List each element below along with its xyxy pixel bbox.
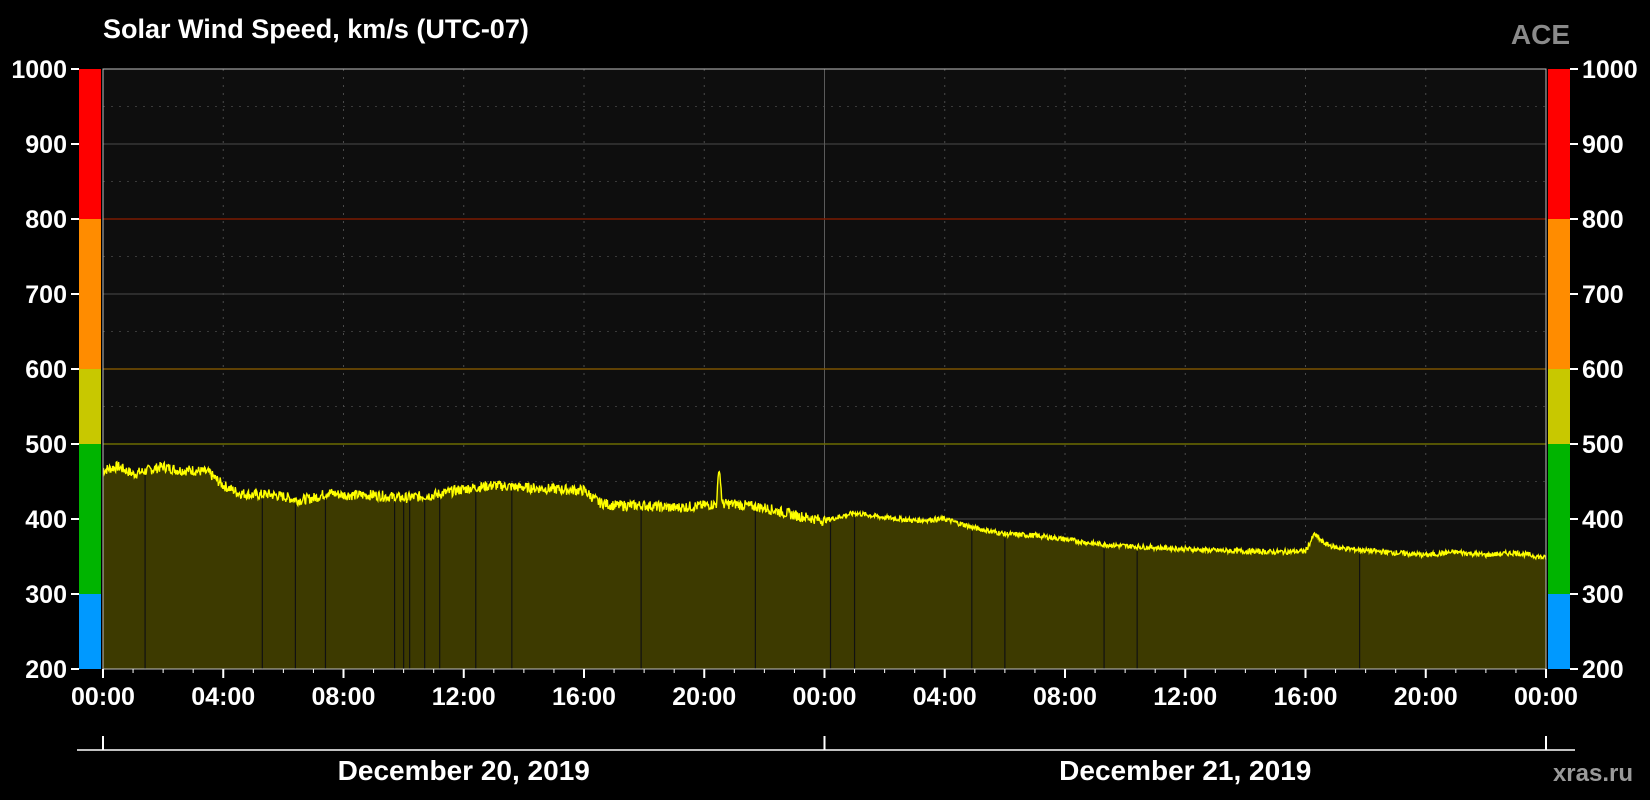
y-tick-label: 300 <box>25 581 67 609</box>
x-tick-label: 04:00 <box>191 683 255 711</box>
y-tick-label: 200 <box>25 656 67 684</box>
date-label: December 21, 2019 <box>1059 755 1311 786</box>
left-color-band <box>79 444 101 594</box>
y-tick-label: 1000 <box>11 56 67 84</box>
site-label: xras.ru <box>1553 760 1633 787</box>
chart-title: Solar Wind Speed, km/s (UTC-07) <box>103 14 529 44</box>
left-color-band <box>79 69 101 219</box>
x-tick-label: 00:00 <box>1514 683 1578 711</box>
y-tick-label: 800 <box>25 206 67 234</box>
solar-wind-chart: Solar Wind Speed, km/s (UTC-07) ACE xras… <box>11 14 1638 787</box>
left-color-band <box>79 594 101 669</box>
right-color-band <box>1548 69 1570 219</box>
x-tick-label: 08:00 <box>312 683 376 711</box>
y-tick-label: 400 <box>1582 506 1624 534</box>
y-tick-label: 800 <box>1582 206 1624 234</box>
y-tick-label: 1000 <box>1582 56 1638 84</box>
x-tick-label: 12:00 <box>1153 683 1217 711</box>
source-label: ACE <box>1511 19 1570 50</box>
x-tick-label: 20:00 <box>1394 683 1458 711</box>
left-color-band <box>79 369 101 444</box>
x-tick-label: 04:00 <box>913 683 977 711</box>
x-tick-label: 16:00 <box>552 683 616 711</box>
x-tick-label: 16:00 <box>1274 683 1338 711</box>
right-color-band <box>1548 219 1570 369</box>
y-tick-label: 700 <box>1582 281 1624 309</box>
right-color-band <box>1548 444 1570 594</box>
y-tick-label: 600 <box>1582 356 1624 384</box>
x-tick-label: 12:00 <box>432 683 496 711</box>
y-tick-label: 500 <box>1582 431 1624 459</box>
x-tick-label: 00:00 <box>71 683 135 711</box>
y-tick-label: 300 <box>1582 581 1624 609</box>
y-tick-label: 400 <box>25 506 67 534</box>
x-tick-label: 00:00 <box>793 683 857 711</box>
y-tick-label: 900 <box>25 131 67 159</box>
x-tick-label: 08:00 <box>1033 683 1097 711</box>
y-tick-label: 500 <box>25 431 67 459</box>
y-tick-label: 600 <box>25 356 67 384</box>
y-tick-label: 200 <box>1582 656 1624 684</box>
date-label: December 20, 2019 <box>338 755 590 786</box>
right-color-band <box>1548 369 1570 444</box>
right-color-band <box>1548 594 1570 669</box>
x-tick-label: 20:00 <box>672 683 736 711</box>
y-tick-label: 900 <box>1582 131 1624 159</box>
y-tick-label: 700 <box>25 281 67 309</box>
left-color-band <box>79 219 101 369</box>
